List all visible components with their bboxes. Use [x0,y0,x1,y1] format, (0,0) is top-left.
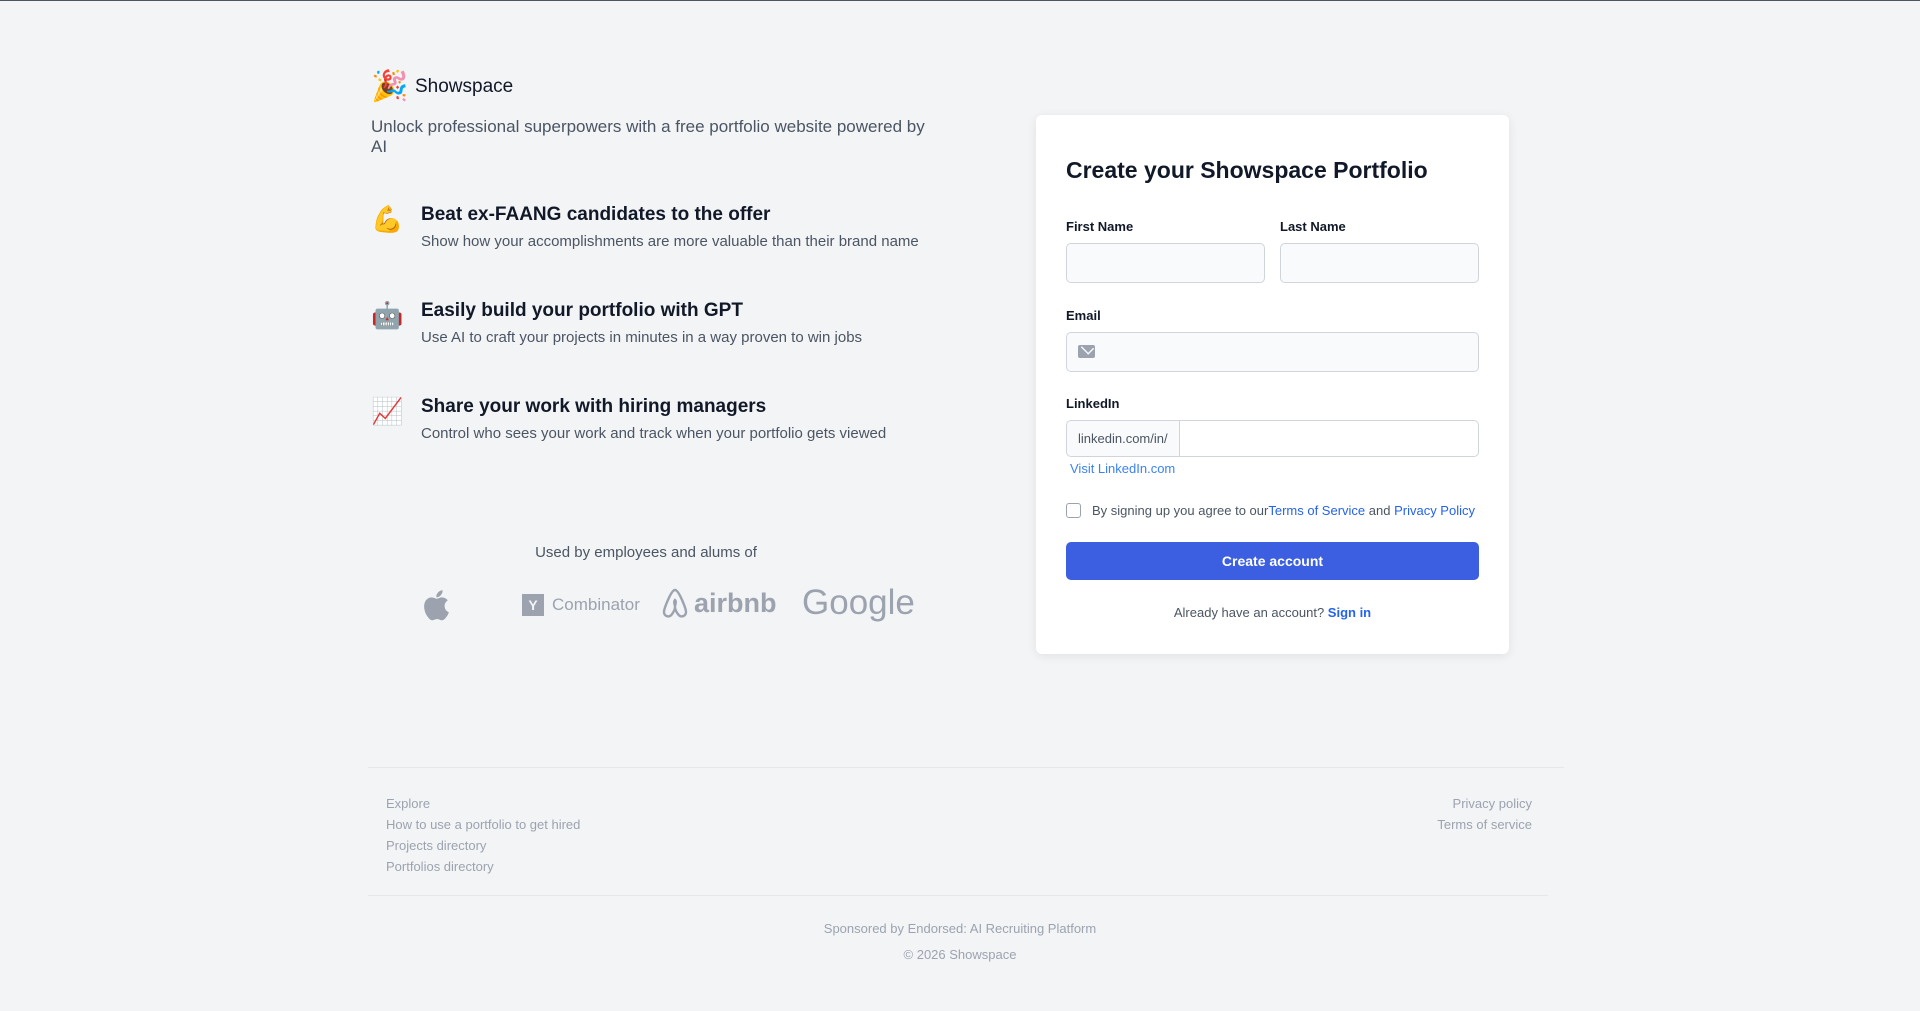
marketing-panel: 🎉 Showspace Unlock professional superpow… [371,69,931,491]
terms-and-text: and [1365,503,1395,518]
linkedin-prefix: linkedin.com/in/ [1066,420,1179,457]
sponsor-text[interactable]: Sponsored by Endorsed: AI Recruiting Pla… [0,921,1920,936]
linkedin-input[interactable] [1178,420,1479,457]
ycombinator-logo: Y Combinator [522,594,640,616]
used-by-label: Used by employees and alums of [535,544,757,561]
ycombinator-y-icon: Y [522,594,544,616]
airbnb-text: airbnb [694,587,777,618]
signin-text: Already have an account? [1173,605,1328,620]
privacy-policy-link[interactable]: Privacy Policy [1394,503,1475,518]
linkedin-field: linkedin.com/in/ [1066,420,1479,457]
terms-checkbox[interactable] [1066,503,1081,518]
feature-description: Control who sees your work and track whe… [421,425,887,442]
footer-links-left: Explore How to use a portfolio to get hi… [386,793,580,877]
flexed-biceps-icon: 💪 [371,204,404,234]
terms-text: By signing up you agree to our [1092,503,1269,518]
footer-divider [368,767,1564,768]
footer-link-explore[interactable]: Explore [386,793,580,814]
apple-logo-icon [424,590,449,621]
footer-link-portfolios[interactable]: Portfolios directory [386,856,580,877]
footer-link-how-to[interactable]: How to use a portfolio to get hired [386,814,580,835]
google-logo: Google [802,583,915,622]
footer-divider-bottom [368,895,1548,896]
email-field [1066,332,1479,372]
feature-item: 💪 Beat ex-FAANG candidates to the offer … [371,203,931,250]
tagline: Unlock professional superpowers with a f… [371,117,925,156]
robot-icon: 🤖 [371,300,404,330]
company-logos: Y Combinator airbnb Google [420,581,920,631]
form-title: Create your Showspace Portfolio [1066,157,1428,183]
feature-description: Use AI to craft your projects in minutes… [421,329,863,346]
last-name-label: Last Name [1280,219,1346,234]
email-label: Email [1066,308,1101,323]
envelope-icon [1078,345,1095,358]
first-name-label: First Name [1066,219,1134,234]
terms-agreement: By signing up you agree to our Terms of … [1066,503,1475,518]
signin-prompt: Already have an account? Sign in [1066,605,1479,620]
terms-of-service-link[interactable]: Terms of Service [1268,503,1365,518]
create-account-button[interactable]: Create account [1066,542,1479,580]
footer-links-right: Privacy policy Terms of service [1437,793,1532,835]
first-name-input[interactable] [1066,243,1265,283]
feature-item: 🤖 Easily build your portfolio with GPT U… [371,299,931,346]
feature-description: Show how your accomplishments are more v… [421,233,919,250]
last-name-input[interactable] [1280,243,1479,283]
copyright: © 2026 Showspace [903,947,1017,962]
feature-item: 📈 Share your work with hiring managers C… [371,395,931,442]
chart-increasing-icon: 📈 [371,396,404,426]
footer-link-projects[interactable]: Projects directory [386,835,580,856]
feature-list: 💪 Beat ex-FAANG candidates to the offer … [371,203,931,442]
feature-title: Easily build your portfolio with GPT [421,300,743,321]
signup-card: Create your Showspace Portfolio First Na… [1036,115,1509,654]
signin-link[interactable]: Sign in [1328,605,1371,620]
brand[interactable]: 🎉 Showspace [371,69,931,105]
ycombinator-text: Combinator [552,595,640,614]
linkedin-label: LinkedIn [1066,396,1120,411]
brand-name: Showspace [415,76,514,97]
party-popper-icon: 🎉 [371,70,409,103]
airbnb-logo: airbnb [660,587,777,619]
footer-link-terms[interactable]: Terms of service [1437,814,1532,835]
feature-title: Share your work with hiring managers [421,396,767,417]
visit-linkedin-link[interactable]: Visit LinkedIn.com [1070,461,1175,476]
feature-title: Beat ex-FAANG candidates to the offer [421,204,771,225]
email-input[interactable] [1066,332,1479,372]
footer-link-privacy[interactable]: Privacy policy [1437,793,1532,814]
airbnb-belo-icon [662,588,688,618]
